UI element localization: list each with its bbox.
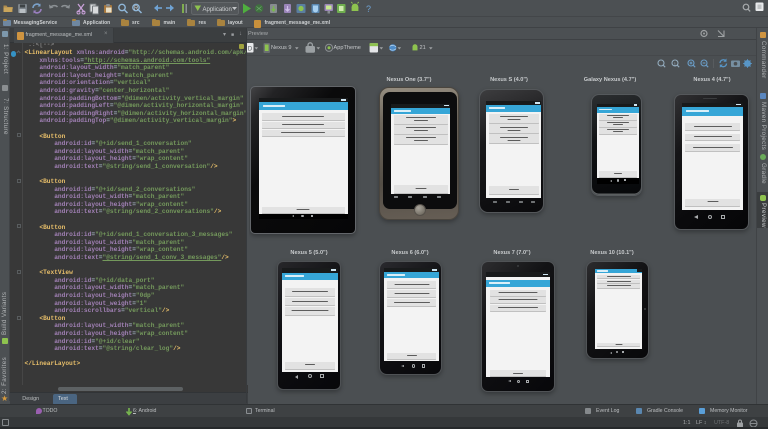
svg-text:R: R [134,6,139,12]
svg-text:D: D [248,46,253,53]
svg-text:Application: Application [203,7,232,13]
svg-text:?: ? [366,4,371,14]
